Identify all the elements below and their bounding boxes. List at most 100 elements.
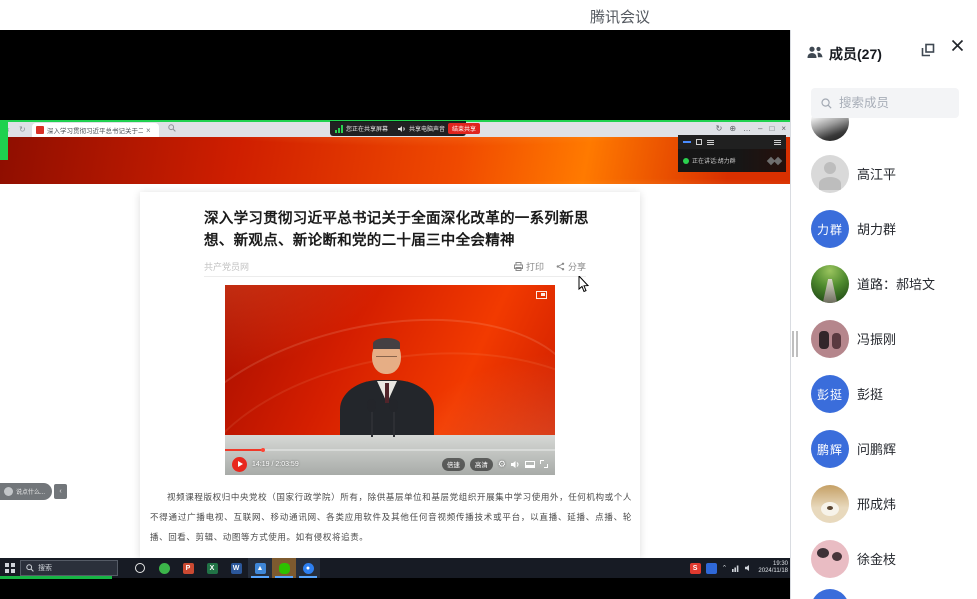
letterbox-bottom — [0, 578, 790, 599]
speaking-indicator-icon — [683, 158, 689, 164]
active-speaker-label: 正在讲话:胡力群 — [692, 156, 736, 165]
video-player[interactable]: 14:19 / 2:03:59 倍速 高清 ⚙ — [225, 285, 555, 475]
tab-close-icon[interactable]: × — [146, 126, 151, 135]
app-title: 腾讯会议 — [560, 6, 680, 27]
powerpoint-icon[interactable]: P — [176, 558, 200, 578]
photos-app-icon[interactable]: ▲ — [248, 558, 272, 578]
member-name: 彭挺 — [857, 367, 883, 422]
web-fullscreen-icon[interactable] — [536, 291, 547, 299]
play-button[interactable] — [232, 457, 247, 472]
member-row[interactable]: 鹏辉问鹏辉 — [791, 422, 977, 477]
share-label: 分享 — [568, 260, 586, 273]
popout-icon[interactable] — [921, 43, 935, 57]
member-search-box[interactable] — [811, 88, 959, 118]
taskbar-search-placeholder: 搜索 — [38, 563, 52, 573]
close-panel-icon[interactable] — [951, 39, 964, 52]
member-row[interactable]: 道路：郝培文 — [791, 257, 977, 312]
article-title: 深入学习贯彻习近平总书记关于全面深化改革的一系列新思想、新观点、新论断和党的二十… — [204, 208, 590, 253]
browser-minimize-icon[interactable]: – — [758, 124, 762, 133]
share-toolbar: 您正在共享屏幕 共享电脑声音 结束共享 — [330, 121, 466, 136]
member-avatar — [811, 540, 849, 578]
member-name: 问鹏辉 — [857, 422, 896, 477]
member-avatar-partial — [811, 589, 849, 599]
tencent-meeting-window: 腾讯会议 ‹ ↻ 深入学习贯彻习近平总书记关于二十届... × ↻ ⊕ … – … — [0, 0, 977, 599]
settings-gear-icon[interactable]: ⚙ — [498, 459, 506, 469]
taskbar-apps: P X W ▲ ● — [128, 558, 320, 578]
menu-icon[interactable] — [707, 140, 714, 145]
member-row[interactable]: 徐金枝 — [791, 532, 977, 587]
members-panel: 成员(27) 高江平力群胡力群道路：郝培文冯振刚彭挺彭挺鹏辉问鹏辉邢成炜徐金枝 — [790, 30, 977, 599]
floating-meeting-window[interactable]: 正在讲话:胡力群 — [678, 135, 786, 172]
member-name: 高江平 — [857, 147, 896, 202]
clock-date: 2024/11/18 — [758, 568, 788, 575]
start-button-icon[interactable] — [5, 563, 15, 573]
tray-app-icon[interactable] — [706, 563, 717, 574]
member-row[interactable]: 邢成炜 — [791, 477, 977, 532]
browser-refresh-icon[interactable]: ↻ — [19, 124, 26, 135]
panel-resize-handle[interactable] — [792, 331, 800, 357]
video-time: 14:19 / 2:03:59 — [252, 461, 299, 468]
browser-search-icon[interactable] — [168, 124, 176, 132]
article-meta: 共产党员网 打印 分享 — [204, 260, 586, 273]
network-icon[interactable] — [732, 564, 740, 572]
cortana-icon[interactable] — [128, 558, 152, 578]
camera-off-logo-icon — [768, 158, 781, 164]
fullscreen-icon[interactable] — [540, 460, 548, 468]
system-tray: S ⌃ 19:30 2024/11/18 — [690, 558, 788, 578]
minimize-icon[interactable] — [683, 141, 691, 143]
members-panel-title: 成员(27) — [829, 44, 882, 64]
member-avatar — [811, 485, 849, 523]
tab-title: 深入学习贯彻习近平总书记关于二十届... — [47, 125, 143, 135]
excel-icon[interactable]: X — [200, 558, 224, 578]
browser-app-icon[interactable] — [152, 558, 176, 578]
collapse-button[interactable]: ‹ — [54, 484, 67, 499]
speed-button[interactable]: 倍速 — [442, 458, 465, 471]
member-avatar — [811, 320, 849, 358]
stop-share-button[interactable]: 结束共享 — [448, 123, 480, 134]
video-controls: 14:19 / 2:03:59 倍速 高清 ⚙ — [225, 456, 555, 472]
meeting-app-icon[interactable]: ● — [296, 558, 320, 578]
divider — [204, 276, 586, 277]
browser-restore-icon[interactable]: □ — [769, 124, 774, 133]
maximize-icon[interactable] — [696, 139, 702, 145]
member-name: 徐金枝 — [857, 532, 896, 587]
word-icon[interactable]: W — [224, 558, 248, 578]
share-button[interactable]: 分享 — [556, 260, 586, 273]
browser-more-icon[interactable]: … — [743, 124, 751, 133]
member-row[interactable]: 彭挺彭挺 — [791, 367, 977, 422]
member-search-input[interactable] — [839, 96, 949, 110]
browser-sync-icon[interactable]: ↻ — [716, 124, 723, 133]
window-title-bar: 腾讯会议 — [0, 0, 977, 30]
member-list-icon[interactable] — [774, 140, 781, 145]
taskbar-search[interactable]: 搜索 — [20, 560, 118, 576]
quality-button[interactable]: 高清 — [470, 458, 493, 471]
browser-tab[interactable]: 深入学习贯彻习近平总书记关于二十届... × — [32, 123, 159, 137]
clock-time: 19:30 — [758, 561, 788, 568]
member-row[interactable]: 高江平 — [791, 147, 977, 202]
volume-tray-icon[interactable] — [745, 564, 753, 572]
taskbar-clock[interactable]: 19:30 2024/11/18 — [758, 561, 788, 575]
member-row[interactable]: 力群胡力群 — [791, 202, 977, 257]
microphone-icon — [371, 411, 373, 437]
windows-taskbar: 搜索 P X W ▲ ● S ⌃ — [0, 558, 790, 578]
search-icon — [821, 97, 832, 110]
sogou-icon[interactable]: S — [690, 563, 701, 574]
video-progress-bar[interactable] — [225, 449, 555, 451]
theater-mode-icon[interactable] — [525, 461, 535, 468]
emoji-icon — [4, 487, 13, 496]
microphone-icon — [367, 399, 376, 412]
wechat-icon[interactable] — [272, 558, 296, 578]
chat-bubble[interactable]: 说点什么... ‹ — [0, 483, 67, 500]
member-row[interactable]: 冯振刚 — [791, 312, 977, 367]
print-button[interactable]: 打印 — [514, 260, 544, 273]
volume-icon[interactable] — [511, 460, 520, 469]
browser-close-icon[interactable]: × — [781, 124, 786, 133]
signal-icon — [335, 125, 343, 133]
tray-expand-icon[interactable]: ⌃ — [722, 564, 728, 572]
member-name: 胡力群 — [857, 202, 896, 257]
share-border-left — [0, 122, 8, 160]
browser-globe-icon[interactable]: ⊕ — [729, 124, 736, 133]
microphone-icon — [389, 399, 398, 412]
speaker-tie — [385, 383, 389, 403]
member-avatar: 彭挺 — [811, 375, 849, 413]
